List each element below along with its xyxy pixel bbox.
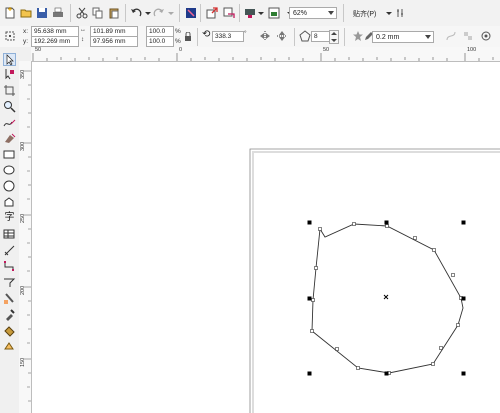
outline-width-value: 0.2 mm	[376, 34, 400, 41]
zoom-level-value: 62%	[293, 10, 308, 17]
blend-tool-icon[interactable]	[3, 276, 16, 289]
height-field[interactable]: 97.956 mm	[90, 36, 138, 47]
ruler-tick-label: 300	[20, 141, 26, 151]
zoom-level-select[interactable]: 62%	[289, 7, 337, 19]
copy-icon[interactable]	[91, 6, 105, 20]
smart-fill-tool-icon[interactable]	[3, 132, 16, 145]
break-apart-icon[interactable]	[461, 29, 475, 43]
toolbar-separator	[200, 4, 201, 22]
open-folder-icon[interactable]	[19, 6, 33, 20]
property-bar: x: y: 95.638 mm 192.269 mm ↔ ↕ 101.89 mm…	[0, 26, 500, 48]
polygon-tool-icon[interactable]	[3, 180, 16, 193]
shape-tool-icon[interactable]	[3, 68, 16, 81]
save-icon[interactable]	[35, 6, 49, 20]
standard-toolbar: 62% 贴齐(P)	[0, 0, 500, 27]
toolbar-separator	[239, 4, 240, 22]
scale-x-percent: %	[175, 28, 181, 35]
ruler-tick-label: 200	[20, 285, 26, 295]
zoom-tool-icon[interactable]	[3, 100, 16, 113]
ruler-tick-label: 50	[35, 47, 42, 53]
redo-dropdown-icon[interactable]	[164, 6, 178, 20]
scale-y-field[interactable]: 100.0	[146, 36, 174, 47]
toolbar-separator	[343, 4, 344, 22]
convert-to-curves-icon[interactable]	[444, 29, 458, 43]
interactive-fill-tool-icon[interactable]	[3, 324, 16, 337]
vertical-ruler[interactable]: 350 300 250 200 150	[19, 61, 32, 413]
smart-fill-icon[interactable]	[3, 340, 16, 353]
center-mark-icon[interactable]	[383, 294, 389, 300]
drawing-canvas[interactable]	[32, 62, 500, 413]
property-separator	[294, 28, 295, 46]
scale-y-percent: %	[175, 38, 181, 45]
octagon-nodes	[310, 222, 463, 375]
connector-tool-icon[interactable]	[3, 260, 16, 273]
crop-tool-icon[interactable]	[3, 84, 16, 97]
y-position-field[interactable]: 192.269 mm	[31, 36, 79, 47]
print-icon[interactable]	[51, 6, 65, 20]
table-tool-icon[interactable]	[3, 228, 16, 241]
text-tool-icon[interactable]: 字	[3, 211, 16, 224]
lock-ratio-icon[interactable]	[183, 30, 193, 44]
horizontal-ruler[interactable]: 50 0 50 100	[31, 47, 500, 62]
polygon-sides-icon	[298, 29, 312, 43]
ruler-tick-label: 350	[20, 69, 26, 79]
toolbar-separator	[125, 4, 126, 22]
chevron-down-icon	[425, 35, 431, 39]
parallel-dimension-tool-icon[interactable]	[3, 244, 16, 257]
property-separator	[197, 28, 198, 46]
ruler-tick-label: 0	[179, 47, 183, 53]
x-label: x:	[23, 28, 29, 35]
ruler-tick-label: 100	[467, 47, 477, 53]
launcher-dropdown-icon[interactable]	[254, 6, 268, 20]
rotation-degree-symbol: °	[244, 30, 247, 37]
ruler-tick-label: 250	[20, 213, 26, 223]
height-icon: ↕	[81, 37, 84, 43]
sides-spinner[interactable]	[329, 30, 339, 44]
ellipse-tool-icon[interactable]	[3, 164, 16, 177]
rotation-icon: ⟲	[202, 29, 211, 40]
ruler-tick-label: 150	[20, 357, 26, 367]
toolbar-separator	[179, 4, 180, 22]
chevron-down-icon	[328, 11, 334, 15]
search-content-icon[interactable]	[184, 6, 198, 20]
property-separator	[344, 28, 345, 46]
pick-tool-icon[interactable]	[3, 53, 16, 66]
object-position-icon[interactable]	[3, 29, 17, 43]
rotation-angle-field[interactable]: 338.3	[212, 31, 244, 42]
welcome-screen-icon[interactable]	[267, 6, 281, 20]
mirror-horizontal-icon[interactable]	[258, 29, 272, 43]
y-label: y:	[23, 38, 29, 45]
new-document-icon[interactable]	[3, 6, 17, 20]
outline-width-select[interactable]: 0.2 mm	[372, 31, 434, 43]
snap-to-button[interactable]: 贴齐(P)	[353, 9, 376, 19]
drawing-surface	[249, 148, 500, 413]
rectangle-tool-icon[interactable]	[3, 148, 16, 161]
quick-customize-icon[interactable]	[479, 29, 493, 43]
polygon-sides-field[interactable]: 8	[311, 31, 331, 42]
options-icon[interactable]	[394, 6, 408, 20]
mirror-vertical-icon[interactable]	[275, 29, 289, 43]
toolbar-separator	[70, 4, 71, 22]
width-icon: ↔	[80, 27, 86, 33]
paste-icon[interactable]	[107, 6, 121, 20]
horizontal-ruler-ticks	[32, 53, 494, 61]
transparency-tool-icon[interactable]	[3, 292, 16, 305]
ruler-tick-label: 50	[323, 47, 330, 53]
cut-icon[interactable]	[75, 6, 89, 20]
freehand-tool-icon[interactable]	[3, 116, 16, 129]
toolbox: 字	[0, 47, 20, 413]
basic-shapes-tool-icon[interactable]	[3, 196, 16, 209]
export-icon[interactable]	[222, 6, 236, 20]
eyedropper-tool-icon[interactable]	[3, 308, 16, 321]
import-icon[interactable]	[205, 6, 219, 20]
